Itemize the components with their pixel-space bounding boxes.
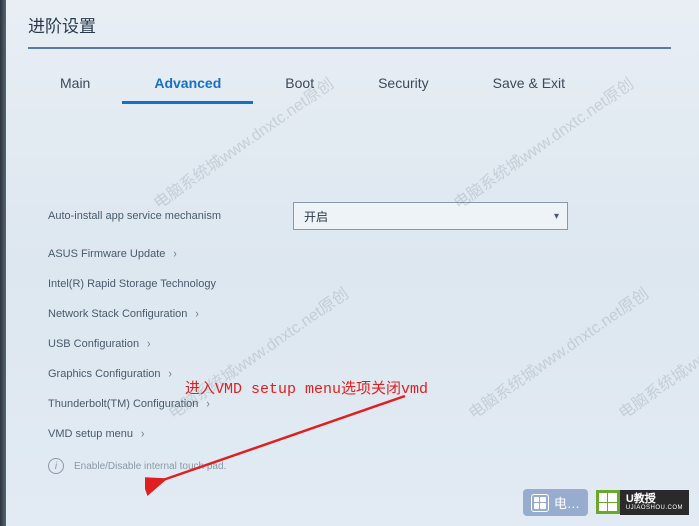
page-title: 进阶设置 xyxy=(28,12,671,49)
thunderbolt-config-label: Thunderbolt(TM) Configuration xyxy=(48,398,198,410)
tabs-bar: Main Advanced Boot Security Save & Exit xyxy=(28,49,671,112)
logo-ujiaoshou-sub: UJIAOSHOU.COM xyxy=(626,505,683,511)
graphics-config-label: Graphics Configuration xyxy=(48,368,161,380)
menu-vmd-setup[interactable]: VMD setup menu › xyxy=(48,428,651,440)
chevron-right-icon: › xyxy=(195,307,198,320)
asus-firmware-label: ASUS Firmware Update xyxy=(48,248,165,260)
intel-rst-label: Intel(R) Rapid Storage Technology xyxy=(48,278,216,290)
menu-asus-firmware[interactable]: ASUS Firmware Update › xyxy=(48,248,651,260)
logo-dian: 电… xyxy=(523,489,588,516)
tab-boot[interactable]: Boot xyxy=(253,65,346,104)
logo-ujiaoshou: U教授 UJIAOSHOU.COM xyxy=(596,490,689,515)
menu-thunderbolt-config[interactable]: Thunderbolt(TM) Configuration › xyxy=(48,398,651,410)
auto-install-label: Auto-install app service mechanism xyxy=(48,210,293,222)
tab-main[interactable]: Main xyxy=(28,65,122,104)
help-text: Enable/Disable internal touch pad. xyxy=(74,461,226,472)
tab-security[interactable]: Security xyxy=(346,65,461,104)
windows-icon xyxy=(596,490,620,514)
menu-network-stack[interactable]: Network Stack Configuration › xyxy=(48,308,651,320)
chevron-right-icon: › xyxy=(169,367,172,380)
grid-icon xyxy=(531,494,549,512)
menu-usb-config[interactable]: USB Configuration › xyxy=(48,338,651,350)
tab-advanced[interactable]: Advanced xyxy=(122,65,253,104)
auto-install-select[interactable]: 开启 xyxy=(293,202,568,230)
help-row: i Enable/Disable internal touch pad. xyxy=(48,458,651,474)
info-icon: i xyxy=(48,458,64,474)
setting-auto-install: Auto-install app service mechanism 开启 xyxy=(48,202,651,230)
annotation-text: 进入VMD setup menu选项关闭vmd xyxy=(185,377,428,398)
tab-save-exit[interactable]: Save & Exit xyxy=(461,65,597,104)
chevron-right-icon: › xyxy=(173,247,176,260)
auto-install-value: 开启 xyxy=(304,208,328,225)
chevron-right-icon: › xyxy=(206,397,209,410)
vmd-setup-label: VMD setup menu xyxy=(48,428,133,440)
usb-config-label: USB Configuration xyxy=(48,338,139,350)
content-panel: Auto-install app service mechanism 开启 AS… xyxy=(0,112,699,474)
logo-ujiaoshou-main: U教授 xyxy=(626,494,683,505)
menu-intel-rst[interactable]: Intel(R) Rapid Storage Technology xyxy=(48,278,651,290)
chevron-right-icon: › xyxy=(147,337,150,350)
logo-strip: 电… U教授 UJIAOSHOU.COM xyxy=(523,489,689,516)
chevron-right-icon: › xyxy=(141,427,144,440)
logo-dian-text: 电… xyxy=(554,493,580,512)
network-stack-label: Network Stack Configuration xyxy=(48,308,187,320)
